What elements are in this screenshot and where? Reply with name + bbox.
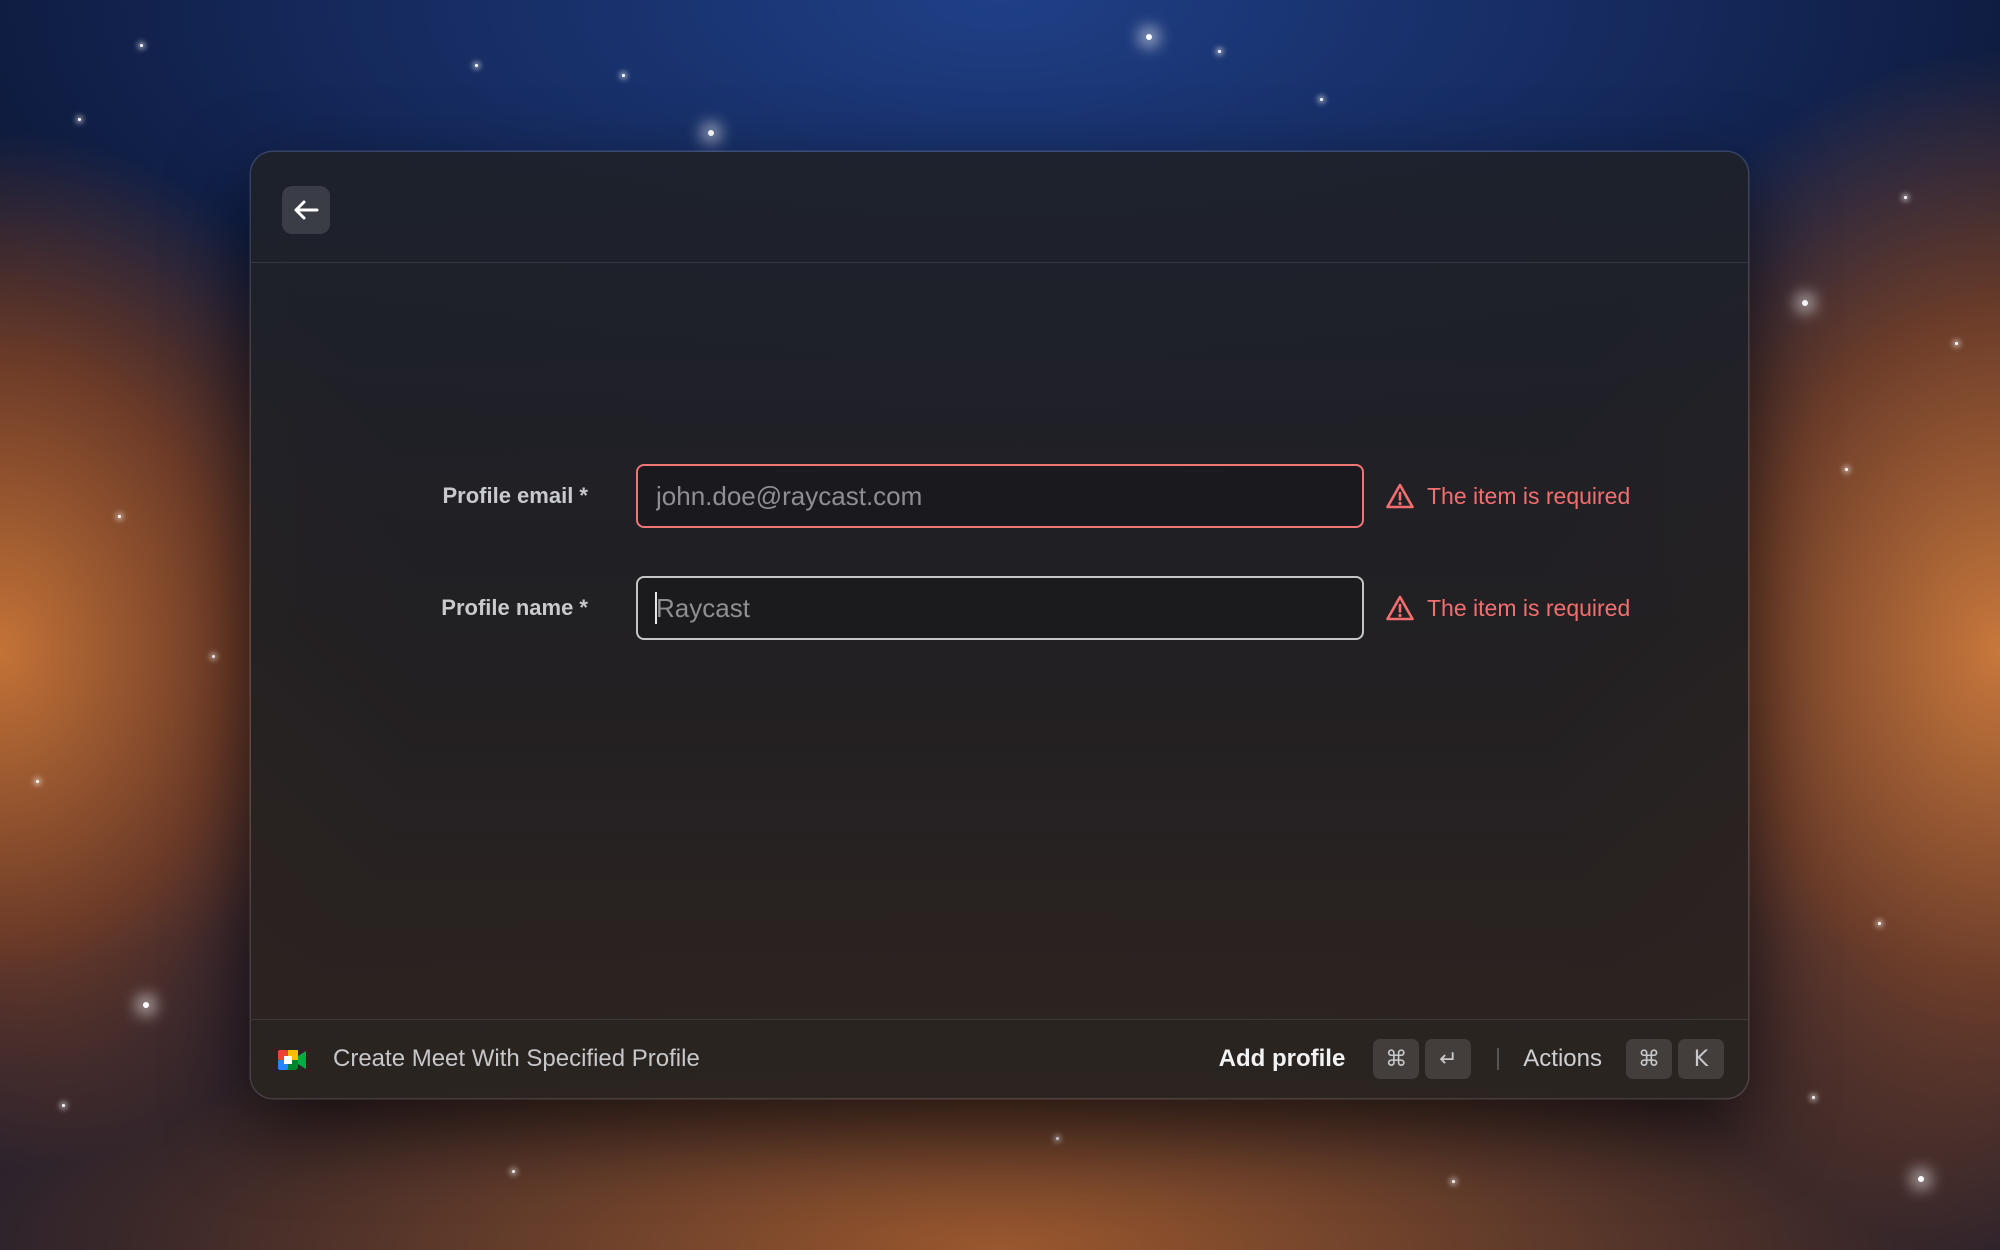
star	[143, 1002, 149, 1008]
profile-email-label: Profile email *	[442, 483, 588, 508]
star	[1955, 342, 1958, 345]
star	[1056, 1137, 1059, 1140]
text-caret	[655, 592, 657, 624]
return-key-icon: ↵	[1425, 1039, 1472, 1079]
command-key-icon: ⌘	[1626, 1039, 1672, 1079]
star	[1802, 300, 1808, 306]
star	[212, 655, 215, 658]
footer-divider	[1497, 1048, 1500, 1070]
star	[475, 64, 478, 67]
actions-button[interactable]: Actions	[1523, 1045, 1602, 1073]
profile-name-error-text: The item is required	[1427, 594, 1631, 621]
profile-email-input[interactable]	[636, 464, 1364, 528]
star	[1845, 468, 1848, 471]
profile-name-input[interactable]	[636, 576, 1364, 640]
profile-name-label: Profile name *	[441, 595, 588, 620]
profile-email-error: The item is required	[1385, 464, 1630, 528]
back-button[interactable]	[282, 186, 330, 234]
warning-triangle-icon	[1386, 483, 1414, 509]
star	[1146, 34, 1152, 40]
star	[1878, 922, 1881, 925]
raycast-window: Profile email * The item is required Pro…	[251, 152, 1748, 1098]
warning-triangle-icon	[1386, 595, 1414, 621]
star	[1904, 196, 1907, 199]
window-header	[251, 152, 1748, 263]
google-meet-icon	[278, 1050, 306, 1070]
star	[78, 118, 81, 121]
star	[708, 130, 714, 136]
star	[512, 1170, 515, 1173]
profile-email-error-text: The item is required	[1427, 482, 1631, 509]
footer-actions: Add profile ⌘ ↵ Actions ⌘ K	[1219, 1020, 1724, 1098]
star	[62, 1104, 65, 1107]
command-key-icon: ⌘	[1373, 1039, 1420, 1079]
star	[1452, 1180, 1455, 1183]
arrow-left-icon	[294, 200, 319, 220]
form-row-profile-name: Profile name * The item is required	[251, 576, 1748, 640]
star	[36, 780, 39, 783]
star	[1812, 1096, 1815, 1099]
command-title: Create Meet With Specified Profile	[333, 1045, 700, 1072]
star	[140, 44, 143, 47]
star	[1320, 98, 1323, 101]
star	[1918, 1176, 1924, 1182]
add-profile-button[interactable]: Add profile	[1219, 1045, 1346, 1073]
k-key-icon: K	[1678, 1039, 1724, 1079]
action-bar: Create Meet With Specified Profile Add p…	[251, 1019, 1748, 1098]
star	[1218, 50, 1221, 53]
form-row-profile-email: Profile email * The item is required	[251, 464, 1748, 528]
profile-name-error: The item is required	[1385, 576, 1630, 640]
star	[622, 74, 625, 77]
star	[118, 515, 121, 518]
